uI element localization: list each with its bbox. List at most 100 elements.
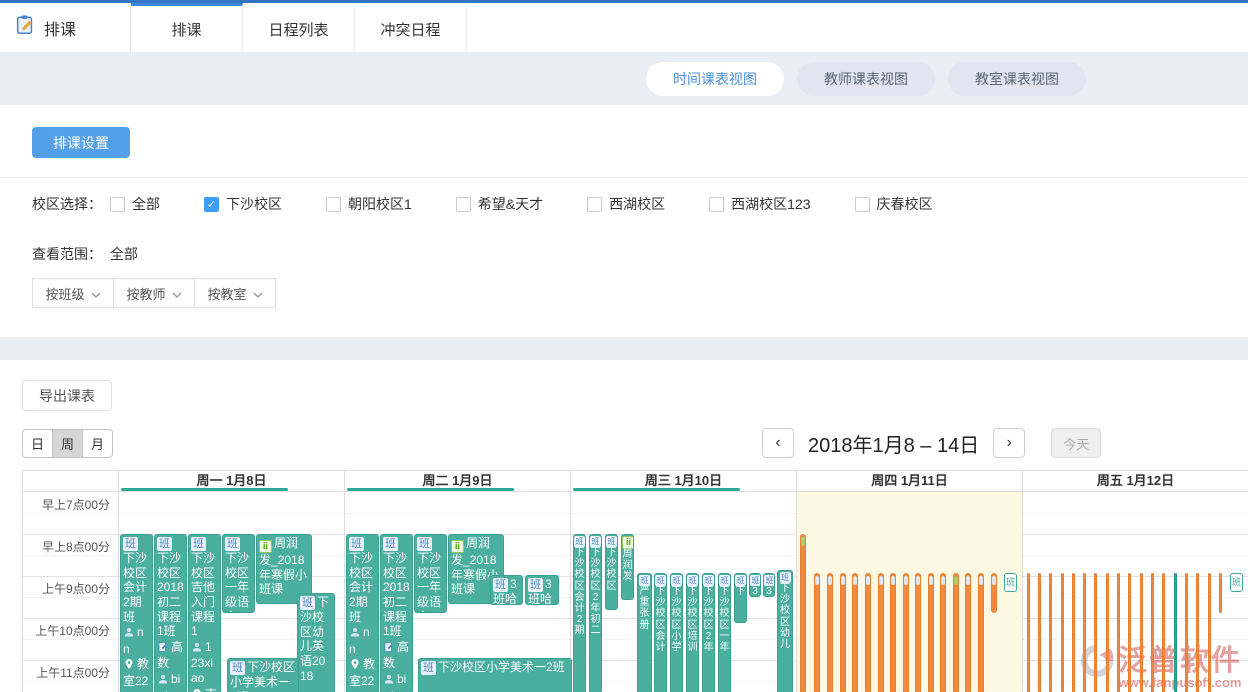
calendar-event[interactable] (978, 573, 984, 692)
event-title: 下沙校区吉他入门课程1 (191, 551, 215, 638)
event-title: 3 (766, 586, 772, 597)
calendar-event[interactable]: 班3 (763, 573, 775, 597)
calendar-event[interactable] (1140, 573, 1143, 692)
calendar-event[interactable] (800, 534, 806, 692)
header-spacer (467, 3, 1248, 52)
campus-checkbox-hope-genius[interactable]: 希望&天才 (456, 194, 543, 214)
calendar-event[interactable] (965, 573, 971, 692)
calendar-event[interactable]: 班下 (734, 573, 747, 623)
view-time-table-button[interactable]: 时间课表视图 (646, 62, 784, 96)
calendar-event[interactable] (1038, 573, 1041, 692)
calendar-event[interactable] (1049, 573, 1052, 692)
campus-checkbox-xihu123[interactable]: 西湖校区123 (709, 194, 810, 214)
calendar-event[interactable] (1061, 573, 1064, 692)
by-teacher-dropdown[interactable]: 按教师 (113, 278, 195, 308)
calendar-event[interactable]: 班下沙校区幼儿 (777, 570, 793, 692)
calendar-event[interactable]: 班严重张册 (637, 573, 652, 692)
calendar-event[interactable]: 班下沙校区会计2期班nn教室22 (120, 534, 153, 692)
calendar-event[interactable]: 班下沙校区小学美术一2班 (418, 658, 572, 692)
calendar-event[interactable]: 班下沙校区吉他入门课程1123xiao吉他教室 (188, 534, 221, 692)
prev-week-button[interactable]: ‹ (762, 428, 794, 458)
checkbox-label: 希望&天才 (478, 194, 543, 214)
calendar-event[interactable]: 班3班哈哈哈 (490, 575, 523, 605)
calendar-event[interactable]: 班下沙校区2018初二课程1班高数birdy老师 (154, 534, 187, 692)
day-column-mon[interactable]: 班下沙校区会计2期班nn教室22班下沙校区2018初二课程1班高数birdy老师… (118, 492, 344, 692)
day-header-thu: 周四 1月11日 (796, 471, 1022, 491)
mode-month-button[interactable]: 月 (82, 429, 113, 458)
calendar-event[interactable] (1208, 573, 1211, 692)
calendar-event[interactable]: 班下沙校区一年 (718, 573, 731, 692)
day-column-wed[interactable]: 班下沙校区会计2期班下沙校区2年初二班下沙校区周润发班严重张册班下沙校区会计班下… (570, 492, 796, 692)
calendar-event[interactable] (852, 573, 858, 692)
calendar-event[interactable]: 班下沙校区一年级语文3班孙小 (222, 534, 255, 613)
calendar-event[interactable] (1117, 573, 1120, 692)
class-badge-marker[interactable]: 班 (1230, 573, 1243, 592)
calendar-event[interactable] (1083, 573, 1086, 692)
calendar-event[interactable] (1106, 573, 1109, 692)
calendar-event[interactable] (878, 573, 884, 692)
campus-checkbox-xihu[interactable]: 西湖校区 (587, 194, 665, 214)
by-room-dropdown[interactable]: 按教室 (194, 278, 276, 308)
view-teacher-table-button[interactable]: 教师课表视图 (797, 62, 935, 96)
calendar-event[interactable] (827, 573, 833, 692)
campus-checkbox-qingchun[interactable]: 庆春校区 (855, 194, 933, 214)
calendar-event[interactable] (915, 573, 921, 692)
calendar-event[interactable]: 班下沙校区会计2期班nn教室22 (346, 534, 379, 692)
export-timetable-button[interactable]: 导出课表 (22, 380, 112, 411)
dropdown-label: 按班级 (45, 284, 84, 303)
calendar-event[interactable]: 班3班哈哈 (525, 575, 559, 605)
by-class-dropdown[interactable]: 按班级 (32, 278, 114, 308)
calendar-event[interactable]: 班3 (749, 573, 761, 597)
calendar-event[interactable] (1151, 573, 1154, 692)
calendar-event[interactable] (1072, 573, 1075, 692)
tab-conflict-schedule[interactable]: 冲突日程 (355, 3, 467, 52)
day-column-fri[interactable]: 班 (1022, 492, 1248, 692)
calendar-event[interactable]: 班下沙校区2年 (702, 573, 715, 692)
campus-checkbox-xiasha[interactable]: 下沙校区 (204, 194, 282, 214)
day-column-tue[interactable]: 班下沙校区会计2期班nn教室22班下沙校区2018初二课程1班高数birdy老师… (344, 492, 570, 692)
calendar-event[interactable]: 班下沙校区会计 (654, 573, 667, 692)
mode-week-button[interactable]: 周 (52, 429, 83, 458)
campus-checkbox-all[interactable]: 全部 (110, 194, 160, 214)
calendar-event[interactable] (991, 573, 997, 613)
next-week-button[interactable]: › (993, 428, 1025, 458)
calendar-event[interactable] (903, 573, 909, 692)
calendar-event[interactable] (1174, 573, 1177, 692)
calendar-event[interactable] (1128, 573, 1131, 692)
calendar-event[interactable]: 班下沙校区小学 (670, 573, 683, 692)
view-room-table-button[interactable]: 教室课表视图 (948, 62, 1086, 96)
calendar-event[interactable] (840, 573, 846, 692)
calendar-event[interactable]: 班下沙校区2018初二课程1班高数birdy老师 (380, 534, 413, 692)
today-button[interactable]: 今天 (1051, 428, 1101, 458)
calendar-event[interactable]: 班下沙校区培训 (686, 573, 699, 692)
calendar-event[interactable]: 班下沙校区小学美术一2班 (227, 658, 299, 692)
calendar-event[interactable] (890, 573, 896, 692)
time-label-10am: 上午10点00分 (22, 622, 110, 639)
calendar-event[interactable] (814, 573, 820, 692)
day-column-thu[interactable]: 班 (796, 492, 1022, 692)
calendar-event[interactable]: 班下沙校区会计2期 (573, 534, 586, 692)
calendar-event[interactable] (865, 573, 871, 692)
event-title: 下沙校区2018初二课程1班 (383, 551, 410, 638)
calendar-event[interactable] (1094, 573, 1097, 692)
mode-day-button[interactable]: 日 (22, 429, 53, 458)
calendar-event[interactable] (940, 573, 946, 692)
calendar-event[interactable] (1196, 573, 1199, 692)
calendar-event[interactable]: 班下沙校区2年初二 (589, 534, 602, 692)
calendar-event[interactable] (928, 573, 934, 692)
calendar-event[interactable]: 周润发 (621, 534, 634, 600)
schedule-settings-button[interactable]: 排课设置 (32, 127, 130, 158)
calendar-event[interactable]: 班下沙校区 (605, 534, 618, 610)
event-badge (992, 576, 996, 585)
calendar-event[interactable] (1027, 573, 1030, 692)
calendar-event[interactable] (953, 573, 959, 692)
calendar-event[interactable]: 班下沙校区幼儿英语2018 (297, 593, 335, 692)
tab-schedule[interactable]: 排课 (131, 3, 243, 52)
calendar-event[interactable] (1185, 573, 1188, 692)
tab-schedule-list[interactable]: 日程列表 (243, 3, 355, 52)
campus-checkbox-chaoyang1[interactable]: 朝阳校区1 (326, 194, 412, 214)
class-badge-marker[interactable]: 班 (1004, 573, 1017, 592)
calendar-event[interactable] (1162, 573, 1165, 692)
calendar-event[interactable] (1219, 573, 1222, 613)
calendar-event[interactable]: 班下沙校区一年级语文3班孙小 (414, 534, 447, 613)
